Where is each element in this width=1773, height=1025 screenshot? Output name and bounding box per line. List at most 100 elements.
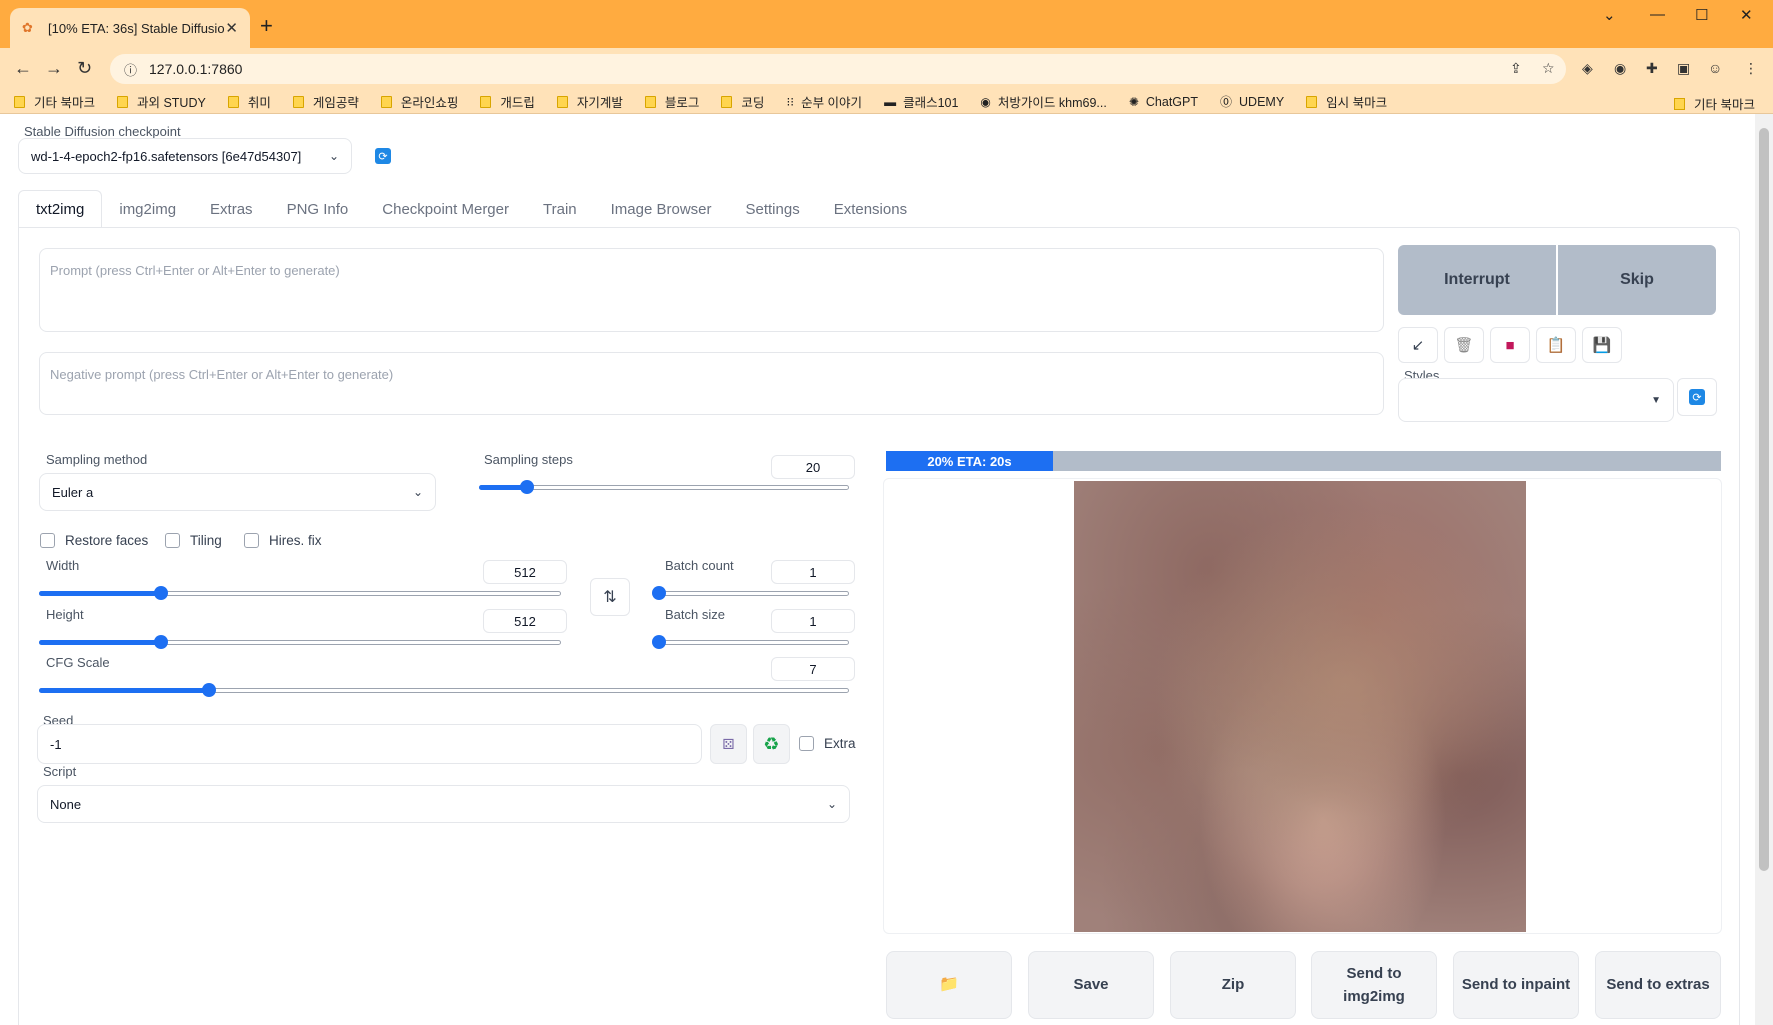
bookmark-item[interactable]: ✺ ChatGPT [1129, 95, 1198, 109]
bookmark-item[interactable]: ⁝⁝ 순부 이야기 [786, 92, 862, 111]
save-button[interactable]: Save [1028, 951, 1154, 1019]
tab-png-info[interactable]: PNG Info [270, 190, 366, 228]
bookmark-item[interactable]: 게임공략 [292, 92, 359, 111]
slider-thumb[interactable] [202, 683, 217, 697]
maximize-icon[interactable]: ☐ [1695, 6, 1708, 24]
interrupt-button[interactable]: Interrupt [1398, 245, 1556, 315]
styles-dropdown[interactable]: ▼ [1398, 378, 1674, 422]
share-icon[interactable]: ⇪ [1510, 60, 1522, 77]
batch-size-input[interactable]: 1 [771, 609, 855, 633]
restore-faces-checkbox[interactable]: Restore faces [40, 533, 148, 548]
checkbox-box[interactable] [799, 736, 814, 751]
sampling-method-dropdown[interactable]: Euler a ⌄ [39, 473, 436, 511]
skip-button[interactable]: Skip [1558, 245, 1716, 315]
bookmark-item[interactable]: 온라인쇼핑 [380, 92, 458, 111]
bookmark-item[interactable]: 취미 [227, 92, 271, 111]
extra-seed-checkbox[interactable]: Extra [799, 736, 856, 751]
profile-avatar-icon[interactable]: ☺ [1708, 60, 1722, 76]
bookmark-item[interactable]: ▬ 클래스101 [884, 92, 958, 111]
checkbox-box[interactable] [244, 533, 259, 548]
checkbox-box[interactable] [165, 533, 180, 548]
clear-prompt-button[interactable]: 🗑 [1444, 327, 1484, 363]
bookmark-item[interactable]: 코딩 [721, 92, 764, 111]
bookmark-item[interactable]: 개드립 [480, 92, 535, 111]
reload-icon[interactable]: ↻ [77, 58, 92, 79]
read-params-button[interactable]: ↙ [1398, 327, 1438, 363]
slider-thumb[interactable] [652, 635, 666, 649]
slider-thumb[interactable] [154, 635, 169, 649]
random-seed-button[interactable]: ⚄ [710, 724, 747, 764]
cfg-scale-input[interactable]: 7 [771, 657, 855, 681]
seed-input[interactable]: -1 [37, 724, 702, 764]
slider-thumb[interactable] [652, 586, 666, 600]
extensions-puzzle-icon[interactable]: ✚ [1646, 60, 1658, 77]
other-bookmarks[interactable]: 기타 북마크 [1674, 94, 1755, 113]
slider-thumb[interactable] [520, 480, 535, 494]
height-slider[interactable] [39, 634, 561, 650]
sampling-steps-slider[interactable] [479, 479, 849, 495]
extension-shield-icon[interactable]: ◈ [1582, 60, 1593, 77]
tab-settings[interactable]: Settings [729, 190, 817, 228]
page-scrollbar-thumb[interactable] [1759, 128, 1769, 871]
tab-img2img[interactable]: img2img [102, 190, 193, 228]
refresh-styles-button[interactable]: ⟳ [1677, 378, 1717, 416]
close-window-icon[interactable]: ✕ [1740, 6, 1753, 24]
new-tab-icon[interactable]: + [260, 13, 273, 39]
send-to-inpaint-button[interactable]: Send to inpaint [1453, 951, 1579, 1019]
send-to-img2img-button[interactable]: Send to img2img [1311, 951, 1437, 1019]
cfg-scale-slider[interactable] [39, 682, 849, 698]
sampling-steps-input[interactable]: 20 [771, 455, 855, 479]
send-to-extras-button[interactable]: Send to extras [1595, 951, 1721, 1019]
close-tab-icon[interactable]: ✕ [225, 19, 238, 37]
script-dropdown[interactable]: None ⌄ [37, 785, 850, 823]
bookmark-item[interactable]: 블로그 [644, 92, 699, 111]
batch-count-input[interactable]: 1 [771, 560, 855, 584]
tab-train[interactable]: Train [526, 190, 594, 228]
refresh-checkpoints-button[interactable]: ⟳ [363, 138, 403, 174]
save-style-button[interactable]: 💾 [1582, 327, 1622, 363]
bookmark-item[interactable]: ⓪ UDEMY [1220, 93, 1284, 110]
bookmark-item[interactable]: 기타 북마크 [14, 92, 95, 111]
batch-size-slider[interactable] [652, 634, 849, 650]
swap-dimensions-button[interactable]: ⇅ [590, 578, 630, 616]
site-info-icon[interactable]: ⓘ [124, 60, 137, 79]
zip-button[interactable]: Zip [1170, 951, 1296, 1019]
tab-txt2img[interactable]: txt2img [18, 190, 103, 228]
hires-fix-checkbox[interactable]: Hires. fix [244, 533, 322, 548]
extra-networks-button[interactable]: ■ [1490, 327, 1530, 363]
forward-icon[interactable]: → [45, 58, 63, 79]
tab-image-browser[interactable]: Image Browser [594, 190, 729, 228]
slider-thumb[interactable] [154, 586, 169, 600]
tab-extensions[interactable]: Extensions [817, 190, 924, 228]
width-input[interactable]: 512 [483, 560, 567, 584]
menu-kebab-icon[interactable]: ⋮ [1744, 60, 1758, 77]
side-panel-icon[interactable]: ▣ [1677, 60, 1690, 77]
open-folder-button[interactable]: 📁 [886, 951, 1012, 1019]
minimize-icon[interactable]: — [1650, 6, 1665, 23]
tab-checkpoint-merger[interactable]: Checkpoint Merger [365, 190, 526, 228]
tab-search-chevron-icon[interactable]: ⌄ [1603, 6, 1616, 24]
bookmark-star-icon[interactable]: ☆ [1542, 60, 1555, 77]
reuse-seed-button[interactable]: ♻ [753, 724, 790, 764]
batch-count-slider[interactable] [652, 585, 849, 601]
bookmark-item[interactable]: 임시 북마크 [1306, 92, 1387, 111]
height-input[interactable]: 512 [483, 609, 567, 633]
checkpoint-dropdown[interactable]: wd-1-4-epoch2-fp16.safetensors [6e47d543… [18, 138, 352, 174]
camera-icon[interactable]: ◉ [1614, 60, 1626, 77]
live-preview-image[interactable] [1074, 481, 1526, 932]
cfg-scale-label: CFG Scale [46, 655, 110, 670]
tab-extras[interactable]: Extras [193, 190, 270, 228]
address-bar[interactable]: ⓘ 127.0.0.1:7860 [110, 54, 1566, 84]
prompt-textarea[interactable]: Prompt (press Ctrl+Enter or Alt+Enter to… [39, 248, 1384, 332]
bookmark-item[interactable]: ◉ 처방가이드 khm69... [980, 92, 1106, 111]
back-icon[interactable]: ← [14, 58, 32, 79]
browser-tab[interactable]: ✿ [10% ETA: 36s] Stable Diffusion ✕ [10, 8, 250, 48]
tiling-checkbox[interactable]: Tiling [165, 533, 222, 548]
folder-icon: 📁 [939, 975, 959, 993]
width-slider[interactable] [39, 585, 561, 601]
apply-styles-button[interactable]: 📋 [1536, 327, 1576, 363]
bookmark-item[interactable]: 과외 STUDY [116, 92, 206, 111]
bookmark-item[interactable]: 자기계발 [556, 92, 623, 111]
checkbox-box[interactable] [40, 533, 55, 548]
negative-prompt-textarea[interactable]: Negative prompt (press Ctrl+Enter or Alt… [39, 352, 1384, 415]
